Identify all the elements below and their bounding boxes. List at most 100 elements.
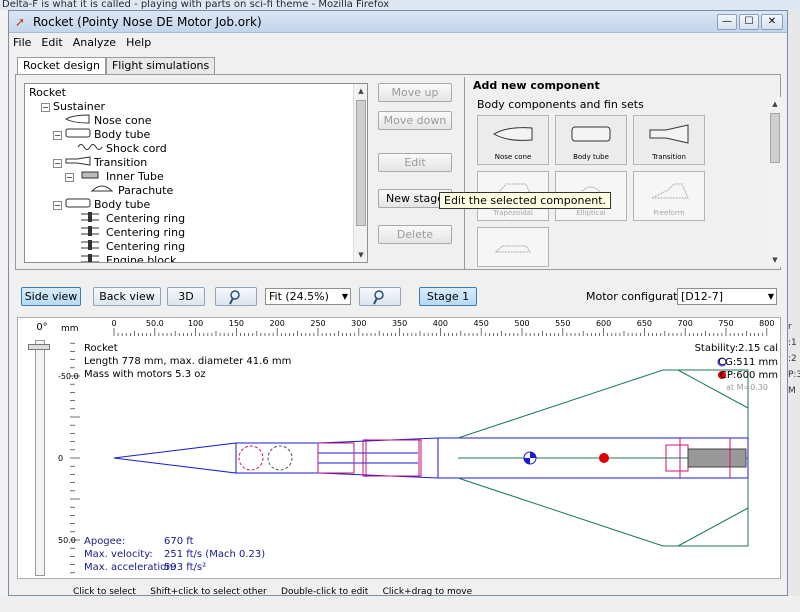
stage-1-button[interactable]: Stage 1 [419, 287, 477, 306]
browser-right-strip: r :1 :2 P:3 M [786, 10, 800, 612]
menu-file[interactable]: File [13, 36, 31, 49]
ruler-label: 350 [392, 319, 407, 328]
scroll-down-arrow-icon[interactable]: ▼ [768, 253, 782, 267]
tree-item-label: Centering ring [106, 212, 186, 225]
scroll-thumb[interactable] [356, 100, 366, 226]
menu-analyze[interactable]: Analyze [73, 36, 116, 49]
tree-item-label: Body tube [94, 128, 151, 141]
menu-bar: File Edit Analyze Help [9, 33, 787, 51]
inner-icon [77, 170, 103, 184]
rocket-drawing[interactable]: 0 50.0 100 150 200 250 300 350 400 450 500 550 600 65… [58, 318, 780, 576]
move-down-button[interactable]: Move down [378, 111, 452, 130]
tree-item-label: Rocket [29, 86, 66, 99]
tree-item[interactable]: − Sustainer [41, 100, 105, 114]
edit-button[interactable]: Edit [378, 153, 452, 172]
window-titlebar[interactable]: ➚ Rocket (Pointy Nose DE Motor Job.ork) … [9, 11, 787, 33]
nose-icon [64, 114, 91, 128]
edit-tooltip: Edit the selected component. [439, 192, 612, 209]
tab-flight-simulations[interactable]: Flight simulations [105, 57, 216, 74]
tree-item-label: Nose cone [94, 114, 152, 127]
tree-item[interactable]: − Body tube [53, 198, 150, 212]
rocket-app-icon: ➚ [15, 14, 26, 29]
tree-item-label: Shock cord [106, 142, 167, 155]
add-launch-lug-button[interactable] [477, 227, 549, 267]
tile-label: Elliptical [576, 209, 606, 217]
ruler-label: 0 [58, 454, 63, 463]
tree-scrollbar[interactable]: ▲ ▼ [353, 84, 367, 262]
tree-toggle-icon[interactable]: − [65, 172, 74, 182]
tree-toggle-icon[interactable]: − [53, 158, 62, 168]
3d-view-button[interactable]: 3D [167, 287, 205, 306]
rocket-design-panel: Rocket − Sustainer Nose cone − Body tube Shock… [15, 74, 782, 270]
scroll-up-arrow-icon[interactable]: ▲ [354, 84, 367, 98]
scroll-down-arrow-icon[interactable]: ▼ [354, 248, 367, 262]
zoom-in-button[interactable] [215, 287, 257, 306]
tree-item[interactable]: Engine block [65, 254, 177, 263]
tree-item[interactable]: − Body tube [53, 128, 150, 142]
tree-toggle-icon[interactable]: − [53, 200, 62, 210]
nose-cone-icon [492, 127, 533, 141]
tube-icon [65, 198, 91, 212]
menu-help[interactable]: Help [126, 36, 151, 49]
ruler-label: 100 [188, 319, 203, 328]
component-tree[interactable]: Rocket − Sustainer Nose cone − Body tube Shock… [24, 83, 368, 263]
rotation-slider[interactable] [35, 340, 45, 576]
zoom-value: Fit (24.5%) [269, 290, 329, 303]
zoom-select[interactable]: Fit (24.5%) ▼ [265, 288, 351, 305]
hint-shift-click: Shift+click to select other [150, 587, 267, 597]
add-component-header: Add new component [473, 79, 600, 92]
move-up-button[interactable]: Move up [378, 83, 452, 102]
tree-item[interactable]: Centering ring [65, 240, 185, 254]
ring-icon [77, 240, 103, 254]
component-palette-scrollbar[interactable]: ▲ ▼ [768, 97, 782, 267]
ring-icon [77, 226, 103, 240]
scroll-thumb[interactable] [770, 113, 780, 163]
motor-config-select[interactable]: [D12-7] ▼ [677, 288, 777, 305]
tree-item[interactable]: Centering ring [65, 226, 185, 240]
tree-item[interactable]: Nose cone [53, 114, 151, 128]
rotation-slider-handle[interactable] [28, 344, 50, 350]
tree-item-label: Sustainer [53, 100, 106, 113]
inner-tube-box [317, 442, 355, 474]
tree-item-label: Engine block [106, 254, 177, 263]
add-freeform-fin-button[interactable]: Freeform [633, 171, 705, 221]
view-toolbar: Side view Back view 3D Fit (24.5%) ▼ Sta… [9, 277, 787, 317]
zoom-out-button[interactable] [359, 287, 401, 306]
minimize-button[interactable]: — [717, 13, 737, 30]
rocket-figure-panel: 0° 0 50.0 100 150 200 250 300 350 400 450 500 550 60… [17, 317, 781, 579]
mach-value: at M=0.30 [726, 383, 768, 392]
scroll-up-arrow-icon[interactable]: ▲ [768, 97, 782, 111]
ruler-label: 700 [678, 319, 693, 328]
rotation-value: 0° [36, 322, 48, 333]
chevron-down-icon: ▼ [767, 292, 774, 301]
ruler-label: -50.0 [58, 372, 79, 381]
tree-item[interactable]: − Transition [53, 156, 147, 170]
add-nose-cone-button[interactable]: Nose cone [477, 115, 549, 165]
transition-icon [649, 124, 689, 144]
delete-button[interactable]: Delete [378, 225, 452, 244]
tree-item[interactable]: Centering ring [65, 212, 185, 226]
add-body-tube-button[interactable]: Body tube [555, 115, 627, 165]
tree-toggle-icon[interactable]: − [53, 130, 62, 140]
apogee-label: Apogee: [84, 536, 125, 547]
tree-item-label: Centering ring [106, 240, 186, 253]
ruler-label: 550 [555, 319, 570, 328]
maximize-button[interactable]: ☐ [739, 13, 759, 30]
tree-item[interactable]: − Inner Tube [65, 170, 164, 184]
menu-edit[interactable]: Edit [41, 36, 62, 49]
ring-icon [77, 254, 103, 262]
rocket-name: Rocket [84, 343, 118, 354]
back-view-button[interactable]: Back view [93, 287, 161, 306]
tree-toggle-icon[interactable]: − [41, 102, 50, 112]
tab-rocket-design[interactable]: Rocket design [17, 57, 106, 75]
tree-item[interactable]: Parachute [77, 184, 173, 198]
chute-icon [89, 184, 115, 198]
fin-bottom [457, 477, 749, 547]
ruler-label: 500 [514, 319, 529, 328]
tile-label: Nose cone [494, 153, 532, 161]
tree-item[interactable]: Rocket [29, 86, 66, 100]
close-button[interactable]: ✕ [761, 13, 783, 30]
add-transition-button[interactable]: Transition [633, 115, 705, 165]
side-view-button[interactable]: Side view [21, 287, 81, 306]
tree-item[interactable]: Shock cord [65, 142, 167, 156]
